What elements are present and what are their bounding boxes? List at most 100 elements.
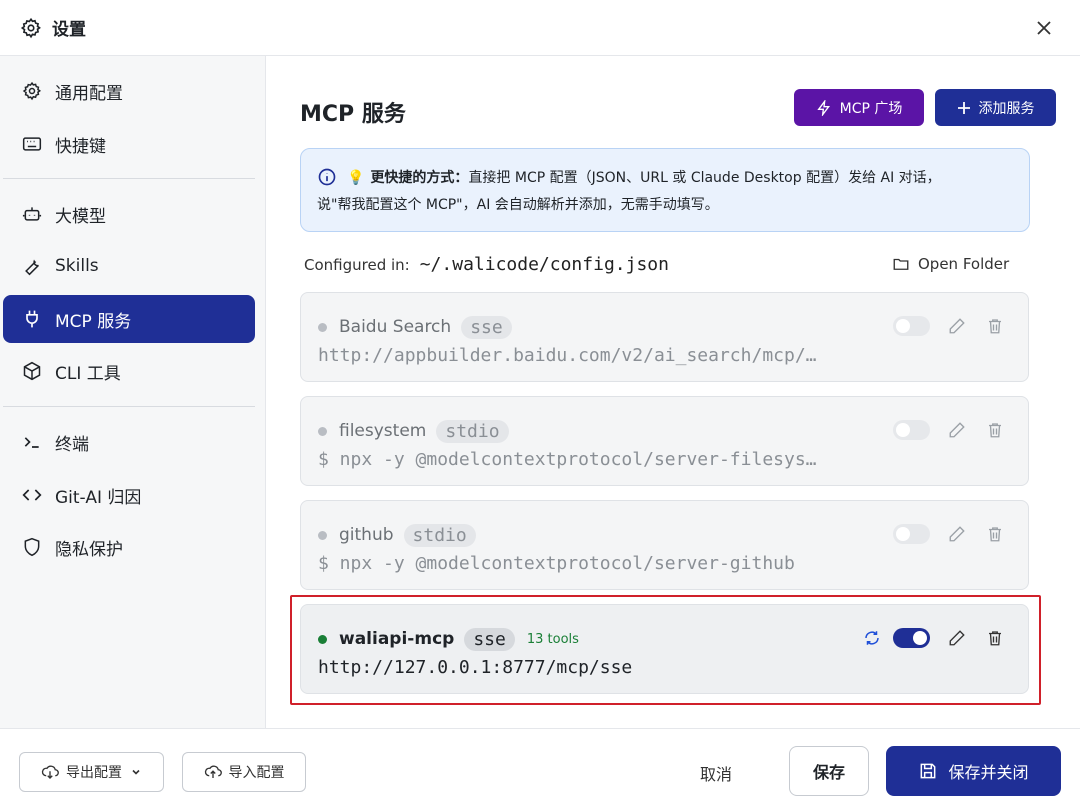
wrench-icon <box>21 255 43 277</box>
refresh-icon[interactable] <box>861 627 883 649</box>
enable-toggle[interactable] <box>893 420 930 440</box>
lightning-icon <box>816 99 832 116</box>
open-folder-button[interactable]: Open Folder <box>892 255 1009 273</box>
server-command: $ npx -y @modelcontextprotocol/server-fi… <box>318 449 817 470</box>
tip-line2: 说"帮我配置这个 MCP"，AI 会自动解析并添加，无需手动填写。 <box>317 197 719 213</box>
import-config-label: 导入配置 <box>228 765 285 781</box>
trash-icon[interactable] <box>984 315 1006 337</box>
sidebar-item-terminal[interactable]: 终端 <box>3 418 255 466</box>
enable-toggle[interactable] <box>893 628 930 648</box>
sidebar-item-label: 终端 <box>55 434 89 455</box>
edit-icon[interactable] <box>946 315 968 337</box>
server-command: $ npx -y @modelcontextprotocol/server-gi… <box>318 553 795 574</box>
export-config-label: 导出配置 <box>66 765 122 781</box>
import-config-button[interactable]: 导入配置 <box>182 752 306 792</box>
mcp-plaza-button[interactable]: MCP 广场 <box>794 89 924 126</box>
save-and-close-button[interactable]: 保存并关闭 <box>886 746 1061 796</box>
title-bar: 设置 <box>0 0 1080 56</box>
sidebar-item-models[interactable]: 大模型 <box>3 190 255 238</box>
status-dot <box>318 634 327 644</box>
trash-icon[interactable] <box>984 419 1006 441</box>
status-dot <box>318 322 327 332</box>
server-name: Baidu Search <box>339 317 452 337</box>
server-type-badge: sse <box>464 627 515 651</box>
sidebar-divider <box>3 178 255 179</box>
add-service-label: 添加服务 <box>978 100 1035 117</box>
shield-icon <box>21 536 43 558</box>
sidebar-item-label: Skills <box>55 256 99 276</box>
sidebar-item-label: 通用配置 <box>55 83 123 104</box>
enable-toggle[interactable] <box>893 524 930 544</box>
info-icon <box>317 167 339 189</box>
config-location: Configured in: ~/.walicode/config.json <box>304 254 669 275</box>
page-title: MCP 服务 <box>300 102 406 127</box>
server-card: filesystem stdio $ npx -y @modelcontextp… <box>300 396 1029 486</box>
sidebar-item-label: MCP 服务 <box>55 311 132 332</box>
sidebar-item-label: 隐私保护 <box>55 539 123 560</box>
gear-icon <box>21 80 43 102</box>
sidebar-divider <box>3 406 255 407</box>
server-card: Baidu Search sse http://appbuilder.baidu… <box>300 292 1029 382</box>
cube-icon <box>21 360 43 382</box>
code-icon <box>21 484 43 506</box>
sidebar: 通用配置 快捷键 大模型 Skills MCP 服务 CLI 工具 终端 Git… <box>0 56 266 728</box>
window-title: 设置 <box>52 20 86 40</box>
sidebar-item-label: 快捷键 <box>55 136 106 157</box>
server-name: filesystem <box>339 421 427 441</box>
edit-icon[interactable] <box>946 523 968 545</box>
plus-icon <box>957 101 971 115</box>
sidebar-item-cli[interactable]: CLI 工具 <box>3 347 255 395</box>
trash-icon[interactable] <box>984 627 1006 649</box>
save-icon <box>918 761 938 781</box>
sidebar-item-shortcuts[interactable]: 快捷键 <box>3 120 255 168</box>
sidebar-item-mcp[interactable]: MCP 服务 <box>3 295 255 343</box>
configured-label: Configured in: <box>304 256 410 274</box>
trash-icon[interactable] <box>984 523 1006 545</box>
sidebar-item-git-ai[interactable]: Git-AI 归因 <box>3 471 255 519</box>
sidebar-item-label: CLI 工具 <box>55 363 121 384</box>
close-button[interactable] <box>1030 14 1058 42</box>
server-command: http://127.0.0.1:8777/mcp/sse <box>318 657 633 678</box>
mcp-plaza-label: MCP 广场 <box>839 100 903 117</box>
server-type-badge: stdio <box>403 523 476 547</box>
sidebar-item-privacy[interactable]: 隐私保护 <box>3 523 255 571</box>
tip-bold: 更快捷的方式： <box>370 170 469 186</box>
cancel-button[interactable]: 取消 <box>700 761 732 785</box>
sidebar-item-label: Git-AI 归因 <box>55 487 142 508</box>
sidebar-item-label: 大模型 <box>55 206 106 227</box>
status-dot <box>318 530 327 540</box>
tip-banner: 💡 更快捷的方式：直接把 MCP 配置（JSON、URL 或 Claude Des… <box>300 148 1030 232</box>
edit-icon[interactable] <box>946 627 968 649</box>
open-folder-label: Open Folder <box>918 255 1010 273</box>
cloud-download-icon <box>41 763 59 781</box>
footer: 导出配置 导入配置 取消 保存 保存并关闭 <box>0 728 1080 804</box>
folder-icon <box>892 255 910 273</box>
lightbulb-icon: 💡 <box>347 170 365 186</box>
server-card-active: waliapi-mcp sse 13 tools http://127.0.0.… <box>300 604 1029 694</box>
save-and-close-label: 保存并关闭 <box>948 763 1029 782</box>
server-type-badge: sse <box>461 315 512 339</box>
edit-icon[interactable] <box>946 419 968 441</box>
plug-icon <box>21 308 43 330</box>
tool-count: 13 tools <box>526 631 579 647</box>
sidebar-item-skills[interactable]: Skills <box>3 242 255 290</box>
sidebar-item-general[interactable]: 通用配置 <box>3 67 255 115</box>
enable-toggle[interactable] <box>893 316 930 336</box>
server-card: github stdio $ npx -y @modelcontextproto… <box>300 500 1029 590</box>
add-service-button[interactable]: 添加服务 <box>935 89 1056 126</box>
robot-icon <box>21 203 43 225</box>
close-icon <box>1037 21 1051 35</box>
save-button[interactable]: 保存 <box>789 746 869 796</box>
terminal-icon <box>21 431 43 453</box>
status-dot <box>318 426 327 436</box>
tip-line1: 直接把 MCP 配置（JSON、URL 或 Claude Desktop 配置）… <box>468 170 941 186</box>
server-type-badge: stdio <box>436 419 509 443</box>
export-config-button[interactable]: 导出配置 <box>19 752 164 792</box>
keyboard-icon <box>21 133 43 155</box>
chevron-down-icon <box>130 766 142 778</box>
main-panel: MCP 服务 MCP 广场 添加服务 💡 更快捷的方式：直接把 MCP 配置（JS… <box>267 56 1080 728</box>
gear-icon <box>20 17 42 39</box>
cloud-upload-icon <box>204 763 222 781</box>
config-path: ~/.walicode/config.json <box>419 254 669 275</box>
server-command: http://appbuilder.baidu.com/v2/ai_search… <box>318 345 817 366</box>
